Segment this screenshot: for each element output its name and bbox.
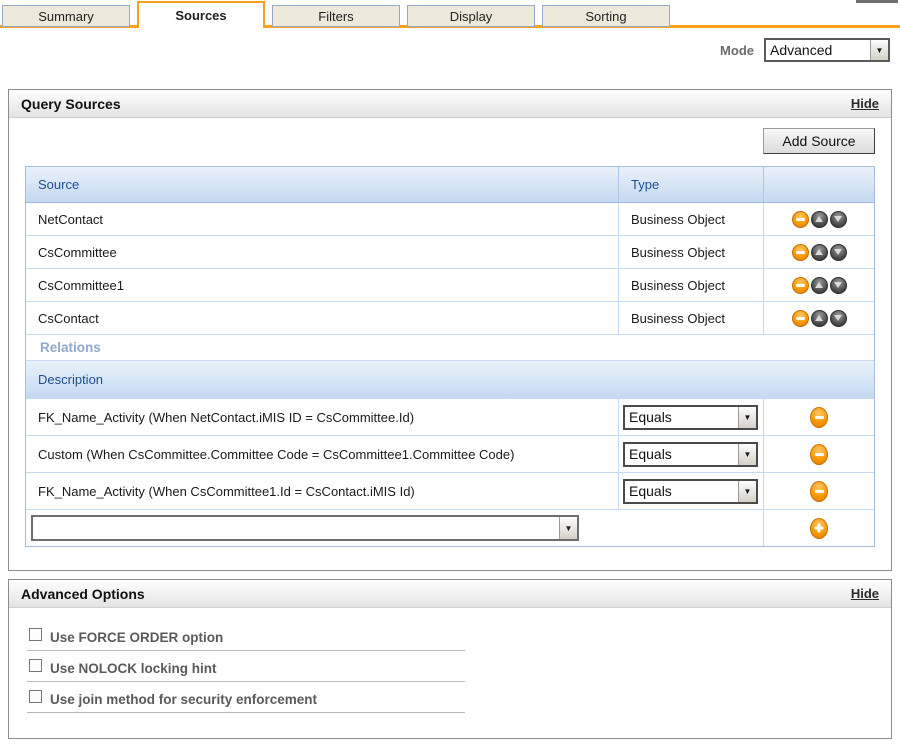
mode-select-value: Advanced (766, 40, 870, 60)
new-relation-actions (764, 510, 874, 546)
mode-label: Mode (720, 43, 754, 58)
option-row: Use NOLOCK locking hint (27, 651, 465, 682)
remove-source-icon[interactable] (792, 310, 809, 327)
remove-relation-icon[interactable] (810, 481, 828, 502)
sources-table: Source Type NetContact Business Object C… (25, 166, 875, 547)
source-name: CsCommittee1 (26, 269, 619, 301)
join-method-label: Use join method for security enforcement (50, 692, 317, 707)
remove-source-icon[interactable] (792, 244, 809, 261)
source-type: Business Object (619, 203, 764, 235)
column-header-source: Source (26, 167, 619, 202)
tab-filters[interactable]: Filters (272, 5, 400, 27)
tab-sources[interactable]: Sources (137, 1, 265, 28)
description-header-row: Description (26, 361, 874, 399)
source-actions (764, 269, 874, 301)
remove-relation-icon[interactable] (810, 444, 828, 465)
force-order-checkbox[interactable] (29, 628, 42, 641)
relation-operator-select[interactable]: Equals ▼ (623, 479, 758, 504)
new-relation-select[interactable]: ▼ (31, 515, 579, 541)
source-type: Business Object (619, 269, 764, 301)
source-actions (764, 236, 874, 268)
chevron-down-icon: ▼ (559, 517, 577, 539)
relation-actions (764, 436, 874, 472)
new-relation-cell: ▼ (26, 510, 764, 546)
source-name: CsContact (26, 302, 619, 334)
advanced-options-title: Advanced Options (21, 586, 145, 602)
advanced-options-list: Use FORCE ORDER option Use NOLOCK lockin… (9, 608, 891, 713)
join-method-checkbox[interactable] (29, 690, 42, 703)
relations-section-row: Relations (26, 335, 874, 361)
relation-operator-value: Equals (625, 481, 738, 502)
query-sources-panel: Query Sources Hide Add Source Source Typ… (8, 89, 892, 571)
move-up-icon[interactable] (811, 277, 828, 294)
query-sources-header: Query Sources Hide (9, 90, 891, 118)
source-type: Business Object (619, 302, 764, 334)
option-row: Use join method for security enforcement (27, 682, 465, 713)
move-down-icon[interactable] (830, 310, 847, 327)
relation-row: FK_Name_Activity (When CsCommittee1.Id =… (26, 473, 874, 510)
relation-operator-cell: Equals ▼ (619, 436, 764, 472)
chevron-down-icon: ▼ (738, 444, 756, 465)
chevron-down-icon: ▼ (738, 481, 756, 502)
table-row: CsContact Business Object (26, 302, 874, 335)
relation-operator-cell: Equals ▼ (619, 473, 764, 509)
source-name: CsCommittee (26, 236, 619, 268)
relation-row: FK_Name_Activity (When NetContact.iMIS I… (26, 399, 874, 436)
table-row: NetContact Business Object (26, 203, 874, 236)
move-down-icon[interactable] (830, 277, 847, 294)
relations-label: Relations (26, 335, 874, 360)
column-header-actions (764, 167, 874, 202)
tab-display[interactable]: Display (407, 5, 535, 27)
new-relation-value (33, 517, 559, 539)
description-header-label: Description (26, 361, 874, 398)
relation-operator-value: Equals (625, 407, 738, 428)
tab-summary[interactable]: Summary (2, 5, 130, 27)
mode-select[interactable]: Advanced ▼ (764, 38, 890, 62)
relation-operator-cell: Equals ▼ (619, 399, 764, 435)
source-type: Business Object (619, 236, 764, 268)
relation-actions (764, 473, 874, 509)
remove-relation-icon[interactable] (810, 407, 828, 428)
relation-operator-select[interactable]: Equals ▼ (623, 405, 758, 430)
add-relation-icon[interactable] (810, 518, 828, 539)
remove-source-icon[interactable] (792, 277, 809, 294)
move-up-icon[interactable] (811, 310, 828, 327)
tab-bar: Summary Sources Filters Display Sorting (0, 0, 900, 28)
move-down-icon[interactable] (830, 211, 847, 228)
advanced-options-header: Advanced Options Hide (9, 580, 891, 608)
relation-operator-select[interactable]: Equals ▼ (623, 442, 758, 467)
move-up-icon[interactable] (811, 244, 828, 261)
advanced-options-hide-link[interactable]: Hide (851, 586, 879, 601)
source-actions (764, 302, 874, 334)
new-relation-row: ▼ (26, 510, 874, 546)
chevron-down-icon: ▼ (870, 40, 888, 60)
option-row: Use FORCE ORDER option (27, 620, 465, 651)
sources-table-header: Source Type (26, 167, 874, 203)
table-row: CsCommittee1 Business Object (26, 269, 874, 302)
relation-description: Custom (When CsCommittee.Committee Code … (26, 436, 619, 472)
relation-description: FK_Name_Activity (When NetContact.iMIS I… (26, 399, 619, 435)
chevron-down-icon: ▼ (738, 407, 756, 428)
source-actions (764, 203, 874, 235)
nolock-label: Use NOLOCK locking hint (50, 661, 217, 676)
relation-actions (764, 399, 874, 435)
move-up-icon[interactable] (811, 211, 828, 228)
mode-row: Mode Advanced ▼ (0, 37, 900, 63)
advanced-options-panel: Advanced Options Hide Use FORCE ORDER op… (8, 579, 892, 739)
move-down-icon[interactable] (830, 244, 847, 261)
table-row: CsCommittee Business Object (26, 236, 874, 269)
relation-operator-value: Equals (625, 444, 738, 465)
add-source-row: Add Source (9, 118, 891, 154)
remove-source-icon[interactable] (792, 211, 809, 228)
source-name: NetContact (26, 203, 619, 235)
tab-sorting[interactable]: Sorting (542, 5, 670, 27)
nolock-checkbox[interactable] (29, 659, 42, 672)
force-order-label: Use FORCE ORDER option (50, 630, 223, 645)
query-sources-hide-link[interactable]: Hide (851, 96, 879, 111)
relation-description: FK_Name_Activity (When CsCommittee1.Id =… (26, 473, 619, 509)
add-source-button[interactable]: Add Source (763, 128, 875, 154)
column-header-type: Type (619, 167, 764, 202)
query-sources-title: Query Sources (21, 96, 121, 112)
relation-row: Custom (When CsCommittee.Committee Code … (26, 436, 874, 473)
